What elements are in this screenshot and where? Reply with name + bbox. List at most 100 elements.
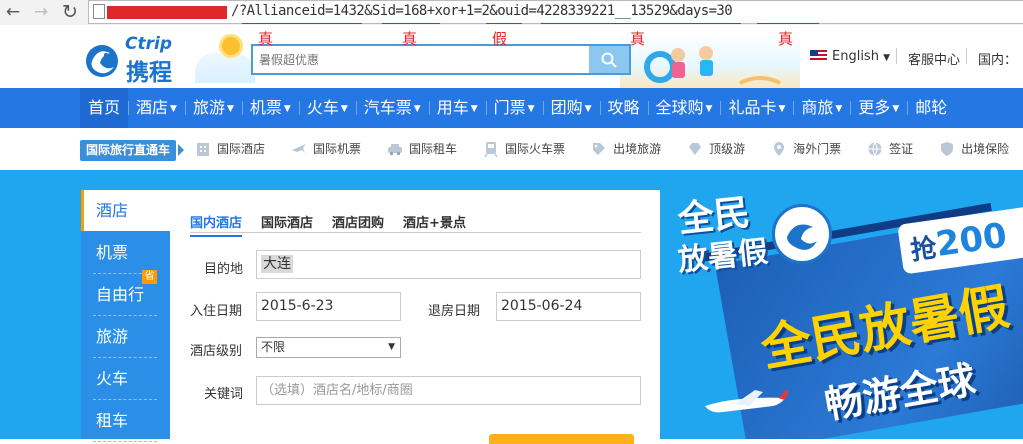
building-icon bbox=[195, 141, 211, 157]
chevron-down-icon: ▼ bbox=[883, 53, 891, 63]
sub-nav-item[interactable]: 出境旅游 bbox=[591, 140, 661, 157]
search-button[interactable] bbox=[589, 46, 629, 73]
sub-nav-label: 顶级游 bbox=[709, 142, 746, 156]
diamond-icon bbox=[687, 141, 703, 157]
nav-item[interactable]: 更多 ▼ bbox=[850, 88, 907, 128]
chevron-down-icon: ▼ bbox=[470, 104, 478, 114]
form-tab[interactable]: 国际酒店 bbox=[261, 212, 313, 237]
nav-item[interactable]: 机票 ▼ bbox=[241, 88, 299, 128]
reload-icon[interactable]: ↻ bbox=[58, 1, 82, 23]
nav-item-label: 门票 bbox=[493, 98, 526, 117]
promo-title-line1: 全民 bbox=[676, 192, 752, 241]
globe-icon bbox=[867, 141, 883, 157]
nav-item[interactable]: 商旅 ▼ bbox=[793, 88, 850, 128]
checkin-date-input[interactable]: 2015-6-23 bbox=[256, 292, 401, 321]
shield-icon bbox=[939, 141, 955, 157]
destination-label: 目的地 bbox=[204, 262, 244, 277]
chevron-down-icon: ▼ bbox=[340, 104, 348, 114]
divider bbox=[896, 48, 897, 64]
redacted-domain bbox=[107, 6, 227, 19]
sub-nav-label: 签证 bbox=[889, 142, 914, 156]
sub-nav-label: 国际机票 bbox=[313, 142, 362, 156]
side-menu-item[interactable]: 旅游 bbox=[81, 316, 170, 357]
nav-item[interactable]: 旅游 ▼ bbox=[184, 88, 242, 128]
nav-item[interactable]: 首页 bbox=[80, 88, 129, 128]
main-nav: 首页 酒店 ▼ 旅游 ▼ 机票 ▼ 火车 ▼ 汽车票 ▼ 用车 ▼ 门票 ▼ 团购 ▼ 攻略 全球购 ▼ 礼品卡 ▼ 商旅 ▼… bbox=[0, 88, 1023, 128]
sub-nav-label: 海外门票 bbox=[793, 142, 842, 156]
hotel-level-select[interactable]: 不限 ▼ bbox=[256, 337, 401, 358]
divider bbox=[966, 48, 967, 64]
back-arrow-icon[interactable]: ← bbox=[1, 1, 25, 23]
sub-nav-item[interactable]: 顶级游 bbox=[687, 140, 745, 157]
promo-art[interactable]: 全民 放暑假 抢200 全民放暑假 畅游全球 bbox=[660, 170, 1023, 439]
sub-nav-item[interactable]: 海外门票 bbox=[771, 140, 841, 157]
url-underline bbox=[541, 23, 741, 24]
url-underline bbox=[757, 23, 819, 24]
service-center-link[interactable]: 客服中心 bbox=[908, 49, 960, 68]
url-underline bbox=[486, 23, 522, 24]
destination-input[interactable]: 大连 bbox=[256, 250, 641, 279]
destination-value: 大连 bbox=[261, 255, 293, 273]
dolphin-badge-icon bbox=[772, 204, 832, 264]
nav-item[interactable]: 攻略 bbox=[599, 88, 648, 128]
address-bar[interactable]: /?Allianceid=1432&Sid=168+xor+1=2&ouid=4… bbox=[88, 0, 1023, 24]
sub-nav-item[interactable]: 出境保险 bbox=[939, 140, 1009, 157]
sub-nav-item[interactable]: 国际酒店 bbox=[195, 140, 265, 157]
url-annotation: 假 bbox=[492, 30, 508, 48]
chevron-down-icon: ▼ bbox=[835, 104, 843, 114]
nav-item[interactable]: 汽车票 ▼ bbox=[355, 88, 429, 128]
save-badge: 省 bbox=[142, 270, 157, 284]
chevron-down-icon: ▼ bbox=[778, 104, 786, 114]
sun-icon bbox=[222, 37, 240, 55]
nav-item[interactable]: 团购 ▼ bbox=[542, 88, 600, 128]
chevron-down-icon: ▼ bbox=[170, 104, 177, 114]
url-text: /?Allianceid=1432&Sid=168+xor+1=2&ouid=4… bbox=[231, 3, 733, 19]
form-tab[interactable]: 酒店+景点 bbox=[403, 212, 466, 237]
side-menu-item[interactable]: 酒店 bbox=[81, 190, 170, 231]
logo-latin: Ctrip bbox=[125, 34, 172, 54]
nav-item[interactable]: 全球购 ▼ bbox=[647, 88, 721, 128]
search-submit-button[interactable] bbox=[489, 434, 634, 444]
nav-item-label: 火车 bbox=[306, 98, 339, 117]
nav-item[interactable]: 邮轮 bbox=[907, 88, 955, 128]
grab-label: 抢 bbox=[908, 233, 939, 267]
chevron-down-icon: ▼ bbox=[705, 104, 713, 114]
sub-nav-item[interactable]: 国际火车票 bbox=[483, 140, 565, 157]
side-menu-item[interactable]: 火车 bbox=[81, 358, 170, 399]
side-menu-item[interactable]: 租车 bbox=[81, 400, 170, 441]
chevron-down-icon: ▼ bbox=[584, 104, 592, 114]
side-menu-item[interactable]: 机票 bbox=[81, 232, 170, 273]
chevron-down-icon: ▼ bbox=[226, 104, 234, 114]
nav-item-label: 邮轮 bbox=[915, 98, 948, 117]
sub-nav-item[interactable]: 国际机票 bbox=[291, 140, 361, 157]
nav-item[interactable]: 门票 ▼ bbox=[485, 88, 543, 128]
side-menu-separator bbox=[93, 441, 157, 442]
checkout-date-input[interactable]: 2015-06-24 bbox=[496, 292, 641, 321]
checkin-label: 入住日期 bbox=[190, 304, 243, 319]
domestic-phone-label: 国内： bbox=[978, 53, 1018, 68]
form-tab[interactable]: 国内酒店 bbox=[190, 212, 243, 237]
hotel-level-value: 不限 bbox=[261, 340, 286, 354]
forward-arrow-icon[interactable]: → bbox=[29, 1, 53, 23]
sub-nav-item[interactable]: 国际租车 bbox=[387, 140, 457, 157]
plane-icon bbox=[291, 141, 307, 157]
nav-item[interactable]: 用车 ▼ bbox=[428, 88, 486, 128]
chevron-down-icon: ▼ bbox=[413, 104, 421, 114]
search-input[interactable] bbox=[253, 46, 590, 73]
chevron-down-icon: ▼ bbox=[527, 104, 535, 114]
nav-item[interactable]: 礼品卡 ▼ bbox=[720, 88, 793, 128]
language-selector[interactable]: English ▼ bbox=[810, 49, 890, 64]
form-tab[interactable]: 酒店团购 bbox=[332, 212, 384, 237]
keyword-input[interactable]: （选填）酒店名/地标/商圈 bbox=[256, 376, 641, 405]
url-annotation: 真 bbox=[402, 30, 418, 48]
sub-nav-item[interactable]: 签证 bbox=[867, 140, 913, 157]
car-icon bbox=[387, 141, 403, 157]
location-pin-icon bbox=[771, 141, 787, 157]
nav-item[interactable]: 酒店 ▼ bbox=[128, 88, 185, 128]
intl-travel-badge[interactable]: 国际旅行直通车 bbox=[80, 140, 177, 161]
airplane-icon bbox=[700, 388, 790, 418]
logo-chinese: 携程 bbox=[126, 60, 172, 86]
swim-ring-icon bbox=[644, 46, 781, 85]
nav-item[interactable]: 火车 ▼ bbox=[298, 88, 356, 128]
tag-icon bbox=[591, 141, 607, 157]
